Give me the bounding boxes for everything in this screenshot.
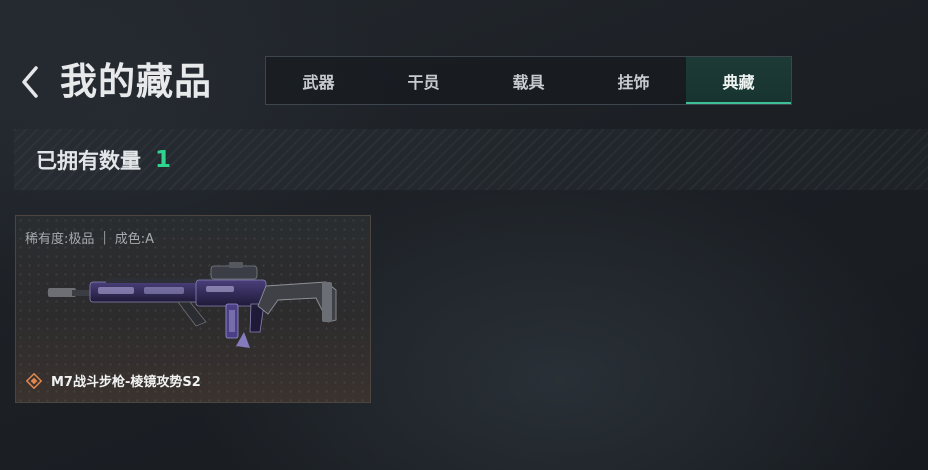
collection-item-card[interactable]: 稀有度:极品 | 成色:A M7战斗步枪-棱镜攻势S2 xyxy=(15,215,371,403)
item-meta: 稀有度:极品 | 成色:A xyxy=(25,228,154,247)
weapon-image xyxy=(48,262,337,348)
item-name: M7战斗步枪-棱镜攻势S2 xyxy=(51,375,201,390)
tab-collection[interactable]: 典藏 xyxy=(686,57,791,104)
meta-separator: | xyxy=(102,230,107,245)
page-title: 我的藏品 xyxy=(60,60,212,103)
owned-count-value: 1 xyxy=(155,146,172,173)
item-condition: 成色:A xyxy=(114,232,155,247)
tab-weapons[interactable]: 武器 xyxy=(266,57,371,104)
chevron-left-icon xyxy=(22,66,38,98)
diamond-rarity-icon xyxy=(26,372,42,389)
tab-charms[interactable]: 挂饰 xyxy=(581,57,686,104)
owned-count-label: 已拥有数量 xyxy=(36,148,141,173)
tab-operators[interactable]: 干员 xyxy=(371,57,476,104)
tab-vehicles[interactable]: 载具 xyxy=(476,57,581,104)
category-tabs: 武器 干员 载具 挂饰 典藏 xyxy=(265,56,792,105)
item-rarity: 稀有度:极品 xyxy=(25,232,95,247)
owned-count-bar: 已拥有数量 1 xyxy=(14,129,928,190)
item-footer: M7战斗步枪-棱镜攻势S2 xyxy=(26,371,201,390)
back-button[interactable] xyxy=(18,62,44,102)
